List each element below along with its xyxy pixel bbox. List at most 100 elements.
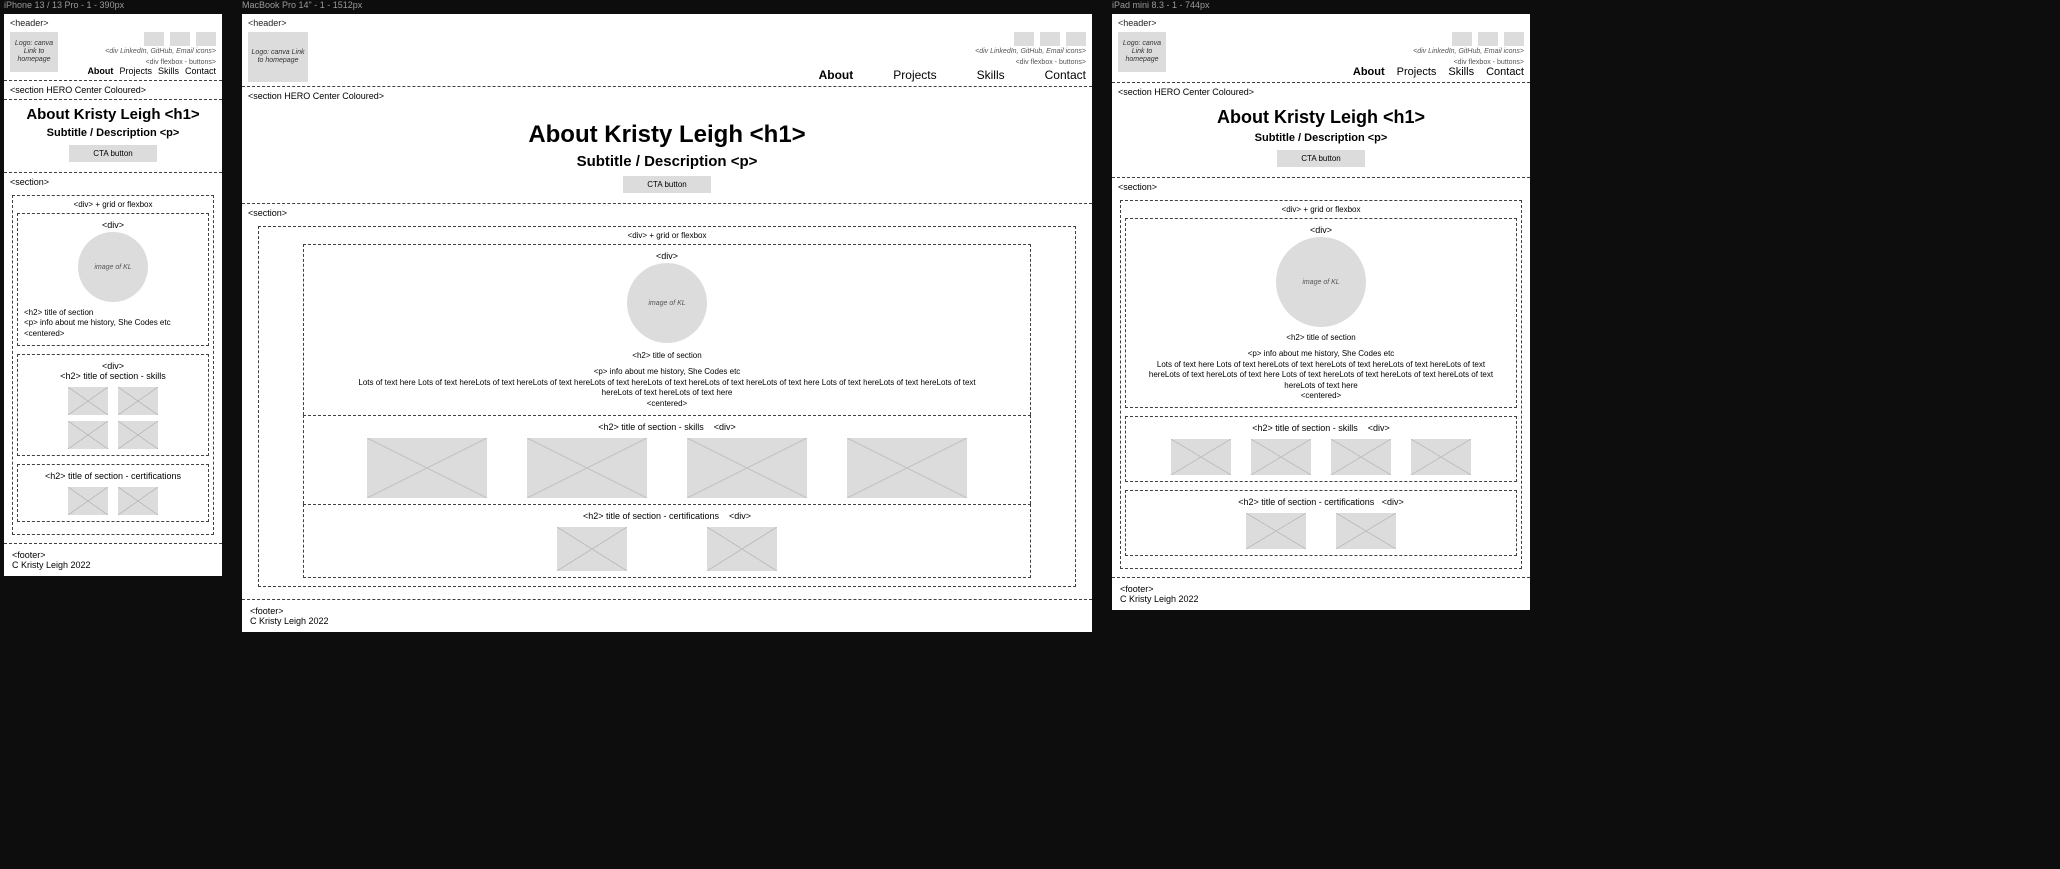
nav-projects[interactable]: Projects [1397, 66, 1437, 78]
skill-thumb [847, 438, 967, 498]
hero: About Kristy Leigh <h1> Subtitle / Descr… [242, 105, 1092, 204]
about-card: <div> image of KL <h2> title of section … [303, 244, 1031, 415]
about-text: <h2> title of section <p> info about me … [310, 351, 1024, 409]
div-tag: <div> [1368, 423, 1390, 433]
main-nav: About Projects Skills Contact [1353, 66, 1524, 78]
social-icons [1014, 32, 1086, 46]
page-subtitle: Subtitle / Description <p> [246, 153, 1088, 170]
hero: About Kristy Leigh <h1> Subtitle / Descr… [4, 100, 222, 173]
cta-button[interactable]: CTA button [1277, 150, 1364, 167]
hero-tag: <section HERO Center Coloured> [4, 81, 222, 100]
skills-heading: <h2> title of section - skills [1252, 423, 1358, 433]
footer-tag: <footer> [12, 550, 214, 560]
page-title: About Kristy Leigh <h1> [1116, 107, 1526, 128]
nav-caption: <div flexbox - buttons> [1016, 59, 1086, 66]
copyright: C Kristy Leigh 2022 [250, 616, 1084, 626]
nav-about[interactable]: About [819, 68, 854, 82]
nav-skills[interactable]: Skills [158, 66, 179, 76]
about-text: <h2> title of section <p> info about me … [1132, 333, 1510, 401]
skill-thumb [527, 438, 647, 498]
logo[interactable]: Logo: canva Link to homepage [248, 32, 308, 82]
social-icons [1452, 32, 1524, 46]
main-nav: About Projects Skills Contact [819, 68, 1086, 82]
nav-contact[interactable]: Contact [1486, 66, 1524, 78]
skills-card: <h2> title of section - skills <div> [1125, 416, 1517, 482]
frame-macbook: MacBook Pro 14" - 1 - 1512px <header> Lo… [242, 14, 1092, 632]
nav-skills[interactable]: Skills [977, 68, 1005, 82]
nav-skills[interactable]: Skills [1448, 66, 1474, 78]
footer-tag: <footer> [1120, 584, 1522, 594]
social-icons [144, 32, 216, 46]
certs-heading: <h2> title of section - certifications [1238, 497, 1374, 507]
avatar: image of KL [627, 263, 707, 343]
social-caption: <div LinkedIn, GitHub, Email icons> [975, 48, 1086, 55]
div-tag: <div> [714, 422, 736, 432]
avatar: image of KL [78, 232, 148, 302]
nav-caption: <div flexbox - buttons> [1454, 59, 1524, 66]
email-icon[interactable] [196, 32, 216, 46]
cert-thumb [707, 527, 777, 571]
nav-contact[interactable]: Contact [1045, 68, 1086, 82]
div-tag: <div> [1132, 225, 1510, 235]
cert-thumb [118, 487, 158, 515]
linkedin-icon[interactable] [1014, 32, 1034, 46]
skills-card: <h2> title of section - skills <div> [303, 415, 1031, 504]
content-grid: <div> + grid or flexbox <div> image of K… [12, 195, 214, 535]
about-card: <div> image of KL <h2> title of section … [1125, 218, 1517, 408]
footer: <footer> C Kristy Leigh 2022 [1112, 578, 1530, 610]
github-icon[interactable] [1478, 32, 1498, 46]
skill-thumb [687, 438, 807, 498]
certs-card: <h2> title of section - certifications <… [1125, 490, 1517, 556]
page-title: About Kristy Leigh <h1> [246, 121, 1088, 149]
skill-thumb [118, 421, 158, 449]
frame-title-iphone: iPhone 13 / 13 Pro - 1 - 390px [4, 0, 124, 10]
skills-heading: <h2> title of section - skills [24, 371, 202, 381]
skill-thumb [1411, 439, 1471, 475]
main-nav: About Projects Skills Contact [87, 66, 216, 76]
footer: <footer> C Kristy Leigh 2022 [242, 600, 1092, 632]
github-icon[interactable] [1040, 32, 1060, 46]
frame-title-ipad: iPad mini 8.3 - 1 - 744px [1112, 0, 1210, 10]
linkedin-icon[interactable] [1452, 32, 1472, 46]
linkedin-icon[interactable] [144, 32, 164, 46]
cert-thumb [557, 527, 627, 571]
social-caption: <div LinkedIn, GitHub, Email icons> [105, 48, 216, 55]
avatar: image of KL [1276, 237, 1366, 327]
certs-heading: <h2> title of section - certifications [583, 511, 719, 521]
frame-ipad: iPad mini 8.3 - 1 - 744px <header> Logo:… [1112, 14, 1530, 610]
cta-button[interactable]: CTA button [623, 176, 710, 193]
header: <header> Logo: canva Link to homepage <d… [242, 14, 1092, 87]
skills-card: <div> <h2> title of section - skills [17, 354, 209, 456]
div-tag: <div> [729, 511, 751, 521]
about-card: <div> image of KL <h2> title of section … [17, 213, 209, 346]
nav-projects[interactable]: Projects [893, 68, 936, 82]
skill-thumb [1251, 439, 1311, 475]
skill-thumb [118, 387, 158, 415]
skill-thumb [367, 438, 487, 498]
nav-projects[interactable]: Projects [119, 66, 152, 76]
page-title: About Kristy Leigh <h1> [8, 106, 218, 123]
nav-about[interactable]: About [1353, 66, 1385, 78]
footer: <footer> C Kristy Leigh 2022 [4, 544, 222, 576]
nav-contact[interactable]: Contact [185, 66, 216, 76]
hero-tag: <section HERO Center Coloured> [242, 87, 1092, 105]
div-tag: <div> [310, 251, 1024, 261]
frame-title-macbook: MacBook Pro 14" - 1 - 1512px [242, 0, 362, 10]
skill-thumb [1331, 439, 1391, 475]
email-icon[interactable] [1504, 32, 1524, 46]
copyright: C Kristy Leigh 2022 [12, 560, 214, 570]
cta-button[interactable]: CTA button [69, 145, 156, 162]
skill-thumb [1171, 439, 1231, 475]
section-tag: <section> [4, 173, 222, 191]
logo[interactable]: Logo: canva Link to homepage [1118, 32, 1166, 72]
logo[interactable]: Logo: canva Link to homepage [10, 32, 58, 72]
header: <header> Logo: canva Link to homepage <d… [1112, 14, 1530, 83]
certs-card: <h2> title of section - certifications [17, 464, 209, 522]
nav-about[interactable]: About [87, 66, 113, 76]
footer-tag: <footer> [250, 606, 1084, 616]
content-grid: <div> + grid or flexbox <div> image of K… [258, 226, 1076, 587]
cert-thumb [1246, 513, 1306, 549]
cert-thumb [1336, 513, 1396, 549]
email-icon[interactable] [1066, 32, 1086, 46]
github-icon[interactable] [170, 32, 190, 46]
